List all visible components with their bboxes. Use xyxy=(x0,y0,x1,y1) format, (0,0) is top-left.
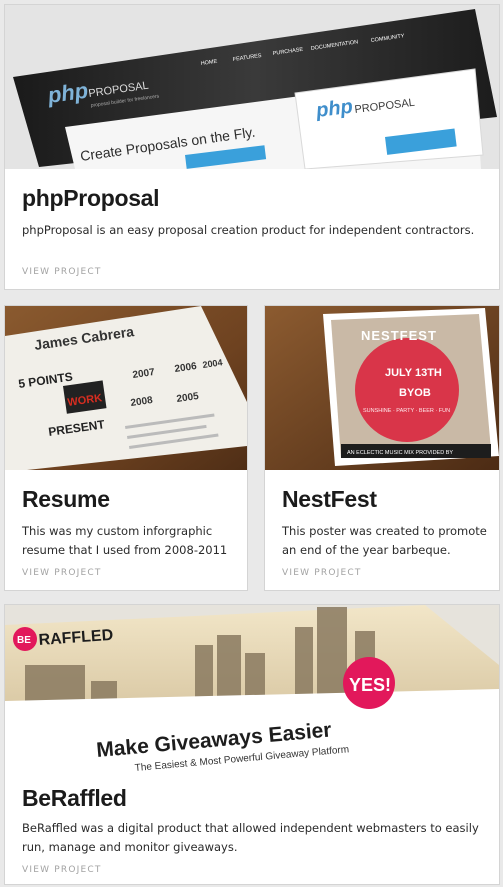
project-card-nestfest: NESTFEST JULY 13TH BYOB SUNSHINE · PARTY… xyxy=(264,305,500,591)
svg-text:SUNSHINE · PARTY · BEER · FUN: SUNSHINE · PARTY · BEER · FUN xyxy=(363,408,450,414)
project-description: phpProposal is an easy proposal creation… xyxy=(22,223,475,237)
nestfest-poster-photo: NESTFEST JULY 13TH BYOB SUNSHINE · PARTY… xyxy=(265,306,499,470)
project-card-beraffled: BE RAFFLED YES! Make Giveaways Easier Th… xyxy=(4,604,500,885)
svg-text:BYOB: BYOB xyxy=(399,387,431,399)
resume-photo: James Cabrera 5 POINTS WORK PRESENT 2007… xyxy=(5,306,247,470)
yes-badge: YES! xyxy=(343,657,395,709)
project-thumbnail[interactable]: NESTFEST JULY 13TH BYOB SUNSHINE · PARTY… xyxy=(265,306,499,470)
project-description: This was my custom inforgraphic resume t… xyxy=(22,524,228,557)
project-card-phpproposal: php PROPOSAL proposal builder for freela… xyxy=(4,4,500,290)
project-title: NestFest xyxy=(282,486,377,512)
svg-text:NESTFEST: NESTFEST xyxy=(361,328,437,343)
svg-text:YES!: YES! xyxy=(349,675,391,695)
beraffled-screenshot: BE RAFFLED YES! Make Giveaways Easier Th… xyxy=(5,605,499,771)
phpproposal-screenshot: php PROPOSAL proposal builder for freela… xyxy=(13,9,497,169)
view-project-link[interactable]: VIEW PROJECT xyxy=(22,568,102,578)
project-description: This poster was created to promote an en… xyxy=(282,524,487,557)
svg-text:php: php xyxy=(314,96,354,122)
nestfest-poster-footer: AN ECLECTIC MUSIC MIX PROVIDED BY xyxy=(347,450,453,456)
project-thumbnail[interactable]: php PROPOSAL proposal builder for freela… xyxy=(5,5,499,169)
svg-text:JULY 13TH: JULY 13TH xyxy=(385,367,442,379)
project-description: BeRaffled was a digital product that all… xyxy=(22,821,479,854)
view-project-link[interactable]: VIEW PROJECT xyxy=(22,865,102,875)
project-title: phpProposal xyxy=(22,185,160,211)
project-card-resume: James Cabrera 5 POINTS WORK PRESENT 2007… xyxy=(4,305,248,591)
view-project-link[interactable]: VIEW PROJECT xyxy=(22,267,102,277)
project-thumbnail[interactable]: James Cabrera 5 POINTS WORK PRESENT 2007… xyxy=(5,306,247,470)
project-title: Resume xyxy=(22,486,110,512)
svg-text:BE: BE xyxy=(17,635,31,646)
project-thumbnail[interactable]: BE RAFFLED YES! Make Giveaways Easier Th… xyxy=(5,605,499,771)
project-title: BeRaffled xyxy=(22,785,127,811)
view-project-link[interactable]: VIEW PROJECT xyxy=(282,568,362,578)
